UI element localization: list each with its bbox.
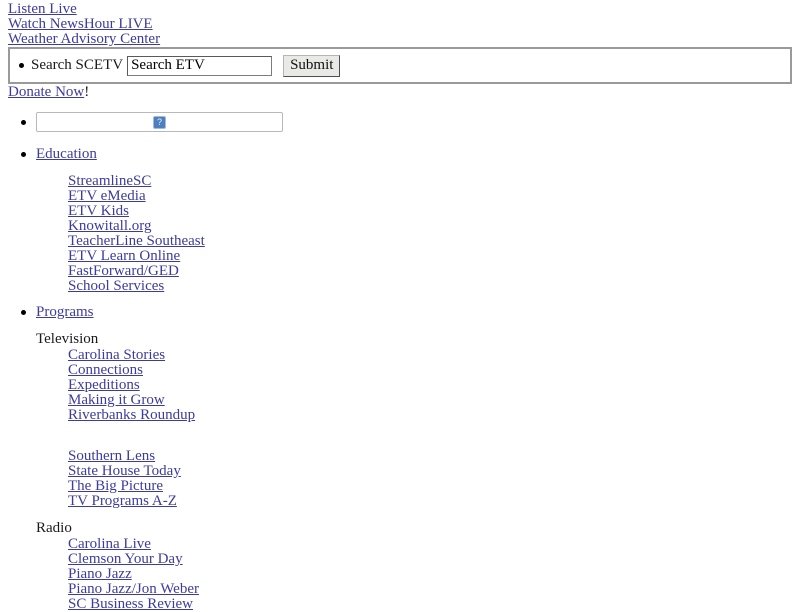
- teacherline-southeast-link[interactable]: TeacherLine Southeast: [68, 234, 792, 249]
- submit-button[interactable]: Submit: [283, 55, 340, 77]
- piano-jazz-link[interactable]: Piano Jazz: [68, 567, 792, 582]
- search-box: Search SCETV Submit: [8, 47, 792, 84]
- television-sublist-bottom: Southern Lens State House Today The Big …: [68, 449, 792, 509]
- donate-suffix: !: [84, 84, 89, 100]
- television-section-label: Television: [36, 332, 792, 347]
- top-links: Listen Live Watch NewsHour LIVE Weather …: [8, 2, 792, 47]
- carolina-live-link[interactable]: Carolina Live: [68, 537, 792, 552]
- school-services-link[interactable]: School Services: [68, 279, 792, 294]
- expeditions-link[interactable]: Expeditions: [68, 378, 792, 393]
- southern-lens-link[interactable]: Southern Lens: [68, 449, 792, 464]
- listen-live-link[interactable]: Listen Live: [8, 2, 792, 17]
- radio-sublist: Carolina Live Clemson Your Day Piano Jaz…: [68, 537, 792, 612]
- state-house-today-link[interactable]: State House Today: [68, 464, 792, 479]
- bullet-icon: [21, 120, 26, 125]
- donate-now-link[interactable]: Donate Now: [8, 84, 84, 100]
- broken-image-icon: ?: [153, 116, 166, 129]
- clemson-your-day-link[interactable]: Clemson Your Day: [68, 552, 792, 567]
- donate-line: Donate Now!: [8, 85, 792, 100]
- bullet-icon: [21, 152, 26, 157]
- watch-newshour-live-link[interactable]: Watch NewsHour LIVE: [8, 17, 792, 32]
- list-item-education: Education: [8, 147, 792, 162]
- education-sublist: StreamlineSC ETV eMedia ETV Kids Knowita…: [68, 174, 792, 294]
- bullet-icon: [21, 310, 26, 315]
- piano-jazz-jon-weber-link[interactable]: Piano Jazz/Jon Weber: [68, 582, 792, 597]
- spacer: [8, 423, 792, 449]
- streamlinesc-link[interactable]: StreamlineSC: [68, 174, 792, 189]
- list-item-programs: Programs: [8, 305, 792, 320]
- carolina-stories-link[interactable]: Carolina Stories: [68, 348, 792, 363]
- tv-programs-az-link[interactable]: TV Programs A-Z: [68, 494, 792, 509]
- sc-business-review-link[interactable]: SC Business Review: [68, 597, 792, 612]
- making-it-grow-link[interactable]: Making it Grow: [68, 393, 792, 408]
- fastforward-ged-link[interactable]: FastForward/GED: [68, 264, 792, 279]
- search-label: Search SCETV: [31, 58, 123, 73]
- main-menu: ? Education StreamlineSC ETV eMedia ETV …: [8, 112, 792, 612]
- programs-link[interactable]: Programs: [36, 304, 94, 320]
- weather-advisory-center-link[interactable]: Weather Advisory Center: [8, 32, 792, 47]
- etv-emedia-link[interactable]: ETV eMedia: [68, 189, 792, 204]
- knowitall-link[interactable]: Knowitall.org: [68, 219, 792, 234]
- education-link[interactable]: Education: [36, 146, 97, 162]
- missing-image-frame[interactable]: ?: [36, 112, 283, 132]
- list-item-broken-image: ?: [8, 112, 792, 132]
- etv-learn-online-link[interactable]: ETV Learn Online: [68, 249, 792, 264]
- etv-kids-link[interactable]: ETV Kids: [68, 204, 792, 219]
- the-big-picture-link[interactable]: The Big Picture: [68, 479, 792, 494]
- search-input[interactable]: [127, 56, 272, 76]
- radio-section-label: Radio: [36, 521, 792, 536]
- television-sublist-top: Carolina Stories Connections Expeditions…: [68, 348, 792, 423]
- bullet-icon: [19, 63, 24, 68]
- connections-link[interactable]: Connections: [68, 363, 792, 378]
- riverbanks-roundup-link[interactable]: Riverbanks Roundup: [68, 408, 792, 423]
- page: Listen Live Watch NewsHour LIVE Weather …: [0, 0, 800, 612]
